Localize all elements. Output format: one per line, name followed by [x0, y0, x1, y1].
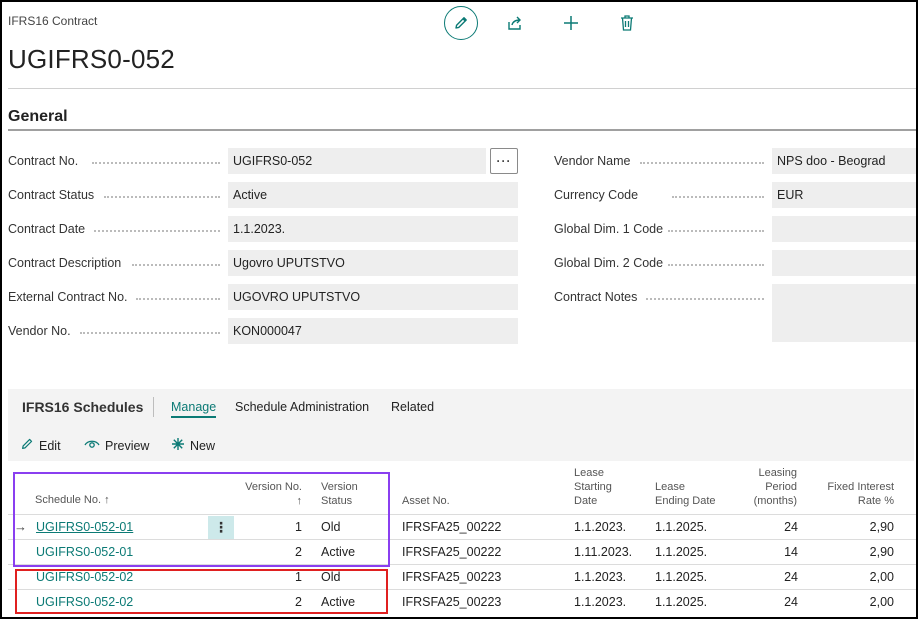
sparkle-icon [171, 437, 185, 454]
header-line: Fixed Interest [827, 481, 894, 493]
field-label-global-dim-2-code: Global Dim. 2 Code [554, 256, 664, 270]
section-divider [8, 129, 916, 131]
lease-end-cell: 1.1.2025. [655, 570, 708, 584]
asset-no-cell: IFRSFA25_00222 [402, 520, 502, 534]
trash-icon[interactable] [610, 6, 644, 40]
field-label-contract-date: Contract Date [8, 222, 86, 236]
lease-start-cell: 1.1.2023. [574, 520, 627, 534]
field-label-global-dim-1-code: Global Dim. 1 Code [554, 222, 664, 236]
column-header-fixed-interest-rate[interactable]: Fixed Interest Rate % [808, 480, 894, 508]
schedules-part-title: IFRS16 Schedules [22, 399, 144, 415]
leader-dots [92, 162, 220, 164]
header-line: Lease [655, 481, 685, 493]
lease-end-cell: 1.1.2025. [655, 545, 708, 559]
column-header-lease-ending-date[interactable]: Lease Ending Date [655, 480, 716, 508]
annotation-highlight-red [15, 569, 388, 614]
edit-action-button[interactable]: Edit [20, 437, 61, 454]
lease-end-cell: 1.1.2025. [655, 520, 708, 534]
header-line: Rate % [857, 495, 894, 507]
new-action-button[interactable]: New [171, 437, 215, 454]
leasing-period-cell: 14 [784, 545, 798, 559]
plus-icon[interactable] [554, 6, 588, 40]
leasing-period-cell: 24 [784, 595, 798, 609]
contract-notes-field[interactable] [772, 284, 916, 342]
tab-related[interactable]: Related [391, 400, 434, 414]
header-line: Period [765, 481, 797, 493]
header-line: (months) [753, 495, 797, 507]
asset-no-cell: IFRSFA25_00222 [402, 545, 502, 559]
currency-code-field[interactable]: EUR [772, 182, 916, 208]
field-label-contract-notes: Contract Notes [554, 290, 638, 304]
global-dim-2-code-field[interactable] [772, 250, 916, 276]
column-header-lease-starting-date[interactable]: Lease Starting Date [574, 466, 612, 508]
eye-icon [84, 437, 100, 454]
column-header-asset-no[interactable]: Asset No. [402, 494, 450, 508]
leader-dots [672, 196, 764, 198]
leasing-period-cell: 24 [784, 520, 798, 534]
header-line: Leasing [758, 467, 797, 479]
preview-action-button[interactable]: Preview [84, 437, 149, 454]
header-line: Starting [574, 481, 612, 493]
field-label-vendor-name: Vendor Name [554, 154, 631, 168]
contract-date-field[interactable]: 1.1.2023. [228, 216, 518, 242]
leader-dots [668, 264, 764, 266]
lease-start-cell: 1.11.2023. [574, 545, 633, 559]
field-label-contract-description: Contract Description [8, 256, 122, 270]
section-title-general: General [8, 108, 68, 125]
field-label-contract-no: Contract No. [8, 154, 79, 168]
header-line: Lease [574, 467, 604, 479]
leader-dots [132, 264, 220, 266]
contract-no-lookup-button[interactable]: ··· [490, 148, 518, 174]
leader-dots [80, 332, 220, 334]
field-label-contract-status: Contract Status [8, 188, 95, 202]
share-icon[interactable] [498, 6, 532, 40]
fixed-rate-cell: 2,00 [869, 595, 894, 609]
tab-manage[interactable]: Manage [171, 400, 217, 418]
contract-description-field[interactable]: Ugovro UPUTSTVO [228, 250, 518, 276]
vendor-no-field[interactable]: KON000047 [228, 318, 518, 344]
leader-dots [668, 230, 764, 232]
column-header-leasing-period[interactable]: Leasing Period (months) [728, 466, 797, 508]
asset-no-cell: IFRSFA25_00223 [402, 595, 502, 609]
header-line: Ending Date [655, 495, 716, 507]
page-frame: IFRS16 Contract UGIFRS0-052 General Cont… [0, 0, 918, 619]
leader-dots [646, 298, 764, 300]
new-action-label: New [190, 438, 216, 453]
lease-end-cell: 1.1.2025. [655, 595, 708, 609]
page-type-label: IFRS16 Contract [8, 14, 98, 28]
header-line: Date [574, 495, 598, 507]
field-label-currency-code: Currency Code [554, 188, 639, 202]
pencil-icon [20, 437, 34, 454]
tab-schedule-administration[interactable]: Schedule Administration [235, 400, 369, 414]
field-label-external-contract-no: External Contract No. [8, 290, 128, 304]
pencil-icon[interactable] [444, 6, 478, 40]
lease-start-cell: 1.1.2023. [574, 595, 627, 609]
leader-dots [640, 162, 764, 164]
field-label-vendor-no: Vendor No. [8, 324, 71, 338]
external-contract-no-field[interactable]: UGOVRO UPUTSTVO [228, 284, 518, 310]
contract-no-field[interactable]: UGIFRS0-052 [228, 148, 486, 174]
contract-status-field[interactable]: Active [228, 182, 518, 208]
fixed-rate-cell: 2,90 [869, 520, 894, 534]
annotation-highlight-purple [13, 472, 390, 567]
leader-dots [104, 196, 220, 198]
leasing-period-cell: 24 [784, 570, 798, 584]
fixed-rate-cell: 2,90 [869, 545, 894, 559]
lease-start-cell: 1.1.2023. [574, 570, 627, 584]
header-divider [8, 88, 916, 89]
edit-action-label: Edit [39, 438, 61, 453]
global-dim-1-code-field[interactable] [772, 216, 916, 242]
asset-no-cell: IFRSFA25_00223 [402, 570, 502, 584]
page-title: UGIFRS0-052 [8, 44, 175, 74]
vendor-name-field[interactable]: NPS doo - Beograd [772, 148, 916, 174]
preview-action-label: Preview [105, 438, 150, 453]
leader-dots [94, 230, 220, 232]
title-separator [153, 397, 154, 417]
leader-dots [136, 298, 220, 300]
fixed-rate-cell: 2,00 [869, 570, 894, 584]
